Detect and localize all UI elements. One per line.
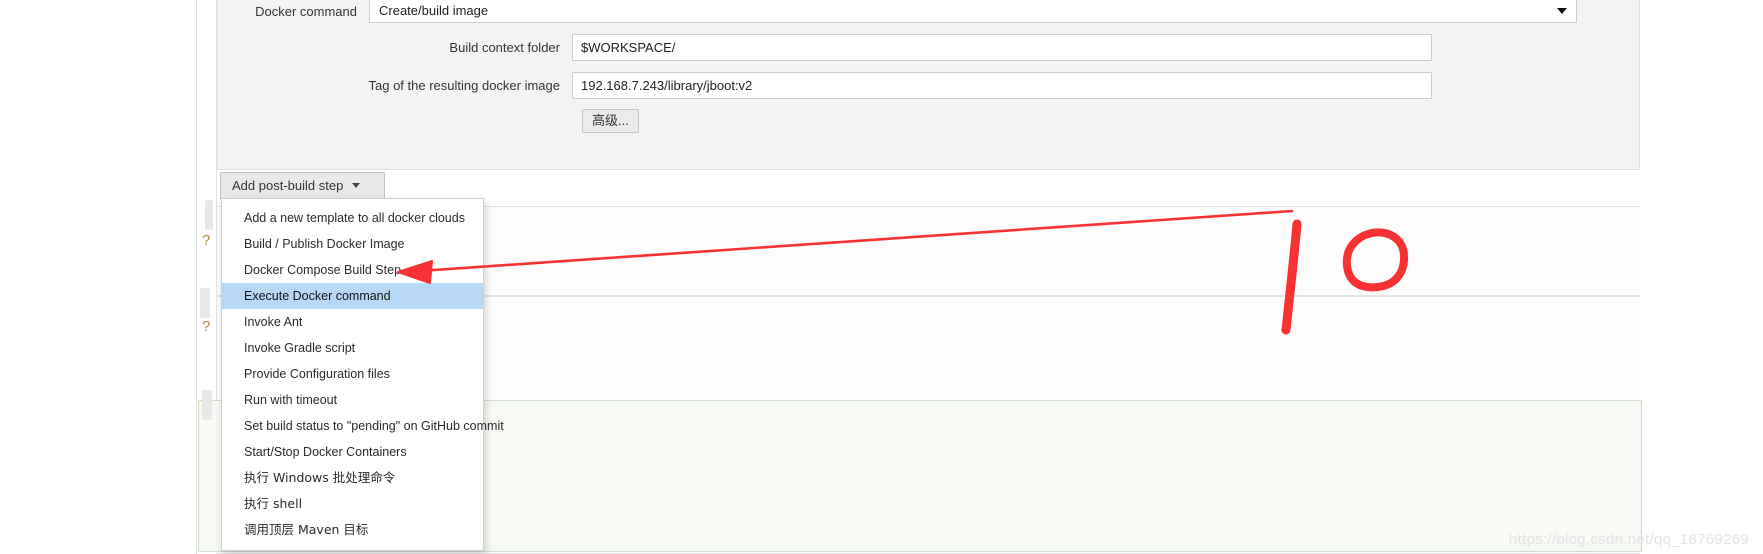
post-build-step-menu[interactable]: Add a new template to all docker clouds B… — [221, 198, 504, 551]
docker-command-label: Docker command — [255, 3, 357, 19]
advanced-button[interactable]: 高级... — [582, 109, 639, 133]
vertical-rail-outer — [196, 0, 197, 554]
post-build-menu-item[interactable]: Execute Docker command — [222, 283, 483, 309]
post-build-menu-item[interactable]: Invoke Ant — [222, 309, 483, 335]
post-build-menu-item[interactable]: 执行 Windows 批处理命令 — [222, 465, 483, 491]
docker-command-row: Docker command Create/build image — [217, 0, 1640, 23]
add-post-build-step-button[interactable]: Add post-build step — [220, 172, 386, 200]
docker-command-selected-value: Create/build image — [379, 3, 489, 18]
post-build-menu-item[interactable]: Set build status to "pending" on GitHub … — [222, 413, 504, 439]
advanced-button-row: 高级... — [217, 108, 1640, 134]
build-context-folder-input[interactable] — [572, 33, 1432, 61]
help-icon-lower[interactable]: ? — [202, 318, 210, 335]
docker-command-select[interactable]: Create/build image — [369, 0, 1577, 23]
left-gutter — [0, 0, 196, 554]
build-context-folder-row: Build context folder — [217, 33, 1640, 61]
post-build-menu-item[interactable]: Invoke Gradle script — [222, 335, 483, 361]
post-build-menu-item[interactable]: 执行 shell — [222, 491, 483, 517]
post-build-menu-item[interactable]: Build / Publish Docker Image — [222, 231, 483, 257]
background-chip-2 — [200, 288, 210, 318]
background-chip-1 — [205, 200, 213, 230]
jenkins-job-config-page: ? ? Docker command Create/build image Bu… — [0, 0, 1763, 554]
post-build-menu-item[interactable]: Run with timeout — [222, 387, 483, 413]
post-build-menu-item[interactable]: Docker Compose Build Step — [222, 257, 483, 283]
watermark-text: https://blog.csdn.net/qq_18769269 — [1508, 531, 1749, 548]
image-tag-label: Tag of the resulting docker image — [368, 77, 561, 93]
image-tag-input[interactable] — [572, 71, 1432, 99]
add-post-build-step-label: Add post-build step — [232, 178, 344, 193]
help-icon-upper[interactable]: ? — [202, 232, 210, 249]
post-build-menu-item[interactable]: 调用顶层 Maven 目标 — [222, 517, 483, 543]
chevron-down-icon — [1557, 7, 1567, 14]
caret-down-icon — [352, 183, 361, 188]
build-context-folder-label: Build context folder — [449, 39, 560, 55]
background-chip-3 — [202, 390, 212, 420]
post-build-menu-item[interactable]: Start/Stop Docker Containers — [222, 439, 483, 465]
post-build-menu-item[interactable]: Provide Configuration files — [222, 361, 483, 387]
image-tag-row: Tag of the resulting docker image — [217, 71, 1640, 99]
post-build-menu-item[interactable]: Add a new template to all docker clouds — [222, 205, 483, 231]
